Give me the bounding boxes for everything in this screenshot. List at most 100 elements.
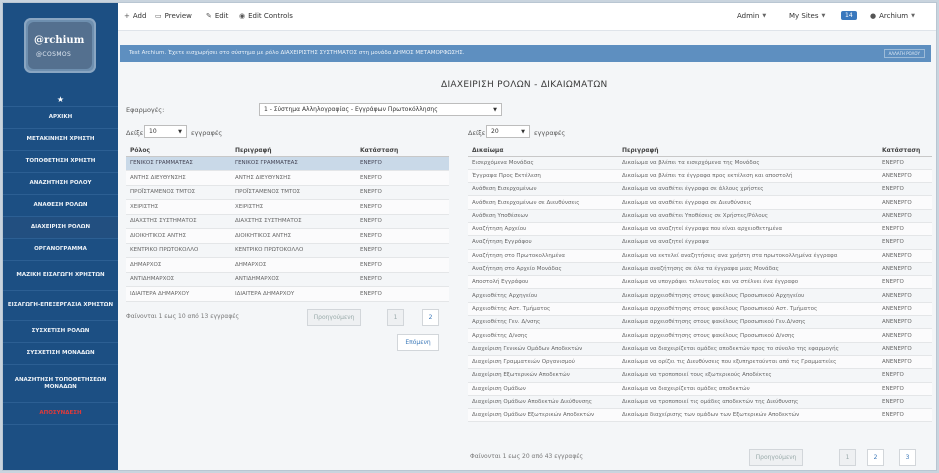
- roles-page-1[interactable]: 1: [387, 309, 404, 326]
- table-row[interactable]: Διαχείριση Ομάδων Αποδεκτών Διεύθυνσης Δι…: [468, 395, 932, 410]
- sidebar-item-move-user[interactable]: ΜΕΤΑΚΙΝΗΣΗ ΧΡΗΣΤΗ: [3, 129, 118, 151]
- archium-logo[interactable]: @rchium @COSMOS: [24, 18, 96, 73]
- column-header-description[interactable]: Περιγραφή: [618, 145, 878, 157]
- edit-controls-button[interactable]: ◉ Edit Controls: [239, 12, 293, 20]
- table-row[interactable]: Διαχείριση Ομάδων Δικαίωμα να διαχειρίζετ…: [468, 382, 932, 396]
- table-row[interactable]: Αναζήτηση στο Αρχείο Μονάδας Δικαίωμα ανα…: [468, 262, 932, 277]
- notifications-badge[interactable]: 14: [841, 11, 857, 20]
- table-row[interactable]: Ανάθεση Υποθέσεων Δικαίωμα να αναθέτει Υπ…: [468, 209, 932, 223]
- role-alert: Test Archium. Έχετε εισχωρήσει στο σύστη…: [120, 45, 931, 62]
- sidebar-item-unit-relations[interactable]: ΣΥΣΧΕΤΙΣΗ ΜΟΝΑΔΩΝ: [3, 343, 118, 365]
- user-menu[interactable]: ● Archium ▼: [870, 12, 915, 20]
- rights-page-2[interactable]: 2: [867, 449, 884, 466]
- application-select[interactable]: 1 - Σύστημα Αλληλογραφίας - Εγγράφων Πρω…: [259, 103, 502, 116]
- table-row[interactable]: ΙΔΙΑΙΤΕΡΑ ΔΗΜΑΡΧΟΥ ΙΔΙΑΙΤΕΡΑ ΔΗΜΑΡΧΟΥ ΕΝΕΡ…: [126, 286, 449, 302]
- sidebar-item-home[interactable]: ΑΡΧΙΚΗ: [3, 107, 118, 129]
- table-row[interactable]: ΔΙΑΧΣΤΗΣ ΣΥΣΤΗΜΑΤΟΣ ΔΙΑΧΣΤΗΣ ΣΥΣΤΗΜΑΤΟΣ ΕΝ…: [126, 214, 449, 229]
- table-row[interactable]: ΚΕΝΤΡΙΚΟ ΠΡΩΤΟΚΟΛΛΟ ΚΕΝΤΡΙΚΟ ΠΡΩΤΟΚΟΛΛΟ ΕΝ…: [126, 243, 449, 258]
- roles-page-2[interactable]: 2: [422, 309, 439, 326]
- table-cell: ΓΕΝΙΚΟΣ ΓΡΑΜΜΑΤΕΑΣ: [231, 156, 356, 171]
- preview-button[interactable]: ▭ Preview: [155, 12, 192, 20]
- edit-button[interactable]: ✎ Edit: [206, 12, 228, 20]
- table-row[interactable]: ΔΗΜΑΡΧΟΣ ΔΗΜΑΡΧΟΣ ΕΝΕΡΓΟ: [126, 257, 449, 273]
- table-row[interactable]: Εισερχόμενα Μονάδας Δικαίωμα να βλέπει τα…: [468, 156, 932, 170]
- table-cell: ΕΝΕΡΓΟ: [356, 214, 449, 229]
- table-row[interactable]: Έγγραφα Προς Εκτέλεση Δικαίωμα να βλέπει …: [468, 169, 932, 184]
- table-row[interactable]: Διαχείριση Γραμματειών Οργανισμού Δικαίωμ…: [468, 355, 932, 370]
- table-row[interactable]: Διαχείριση Γενικών Ομάδων Αποδεκτών Δικαί…: [468, 342, 932, 356]
- column-header-right[interactable]: Δικαίωμα: [468, 145, 618, 157]
- table-cell: ΕΝΕΡΓΟ: [356, 156, 449, 171]
- rights-page-size-select[interactable]: 20 ▼: [486, 125, 530, 138]
- table-row[interactable]: Αρχειοθέτης Αστ. Τμήματος Δικαίωμα αρχειο…: [468, 302, 932, 317]
- table-cell: ΔΙΑΧΣΤΗΣ ΣΥΣΤΗΜΑΤΟΣ: [231, 214, 356, 229]
- roles-page-size-select[interactable]: 10 ▼: [144, 125, 187, 138]
- change-role-button[interactable]: ΑΛΛΑΓΗ ΡΟΛΟΥ: [883, 49, 925, 58]
- column-header-status[interactable]: Κατάσταση: [356, 145, 449, 157]
- sidebar-item-role-relations[interactable]: ΣΥΣΧΕΤΙΣΗ ΡΟΛΩΝ: [3, 321, 118, 343]
- sidebar-item-assign-roles[interactable]: ΑΝΑΘΕΣΗ ΡΟΛΩΝ: [3, 195, 118, 217]
- table-row[interactable]: Διαχείριση Εξωτερικών Αποδεκτών Δικαίωμα …: [468, 368, 932, 383]
- sidebar-item-logout[interactable]: ΑΠΟΣΥΝΔΕΣΗ: [3, 403, 118, 425]
- table-row[interactable]: Αναζήτηση στο Πρωτοκολλημένα Δικαίωμα να …: [468, 249, 932, 263]
- table-row[interactable]: Διαχείριση Ομάδων Εξωτερικών Αποδεκτών Δι…: [468, 408, 932, 423]
- table-cell: ΕΝΕΡΓΟ: [878, 156, 932, 170]
- rights-prev-button[interactable]: Προηγούμενη: [749, 449, 803, 466]
- table-cell: ΑΝΕΝΕΡΓΟ: [878, 328, 932, 343]
- table-cell: Δικαίωμα να διαχειρίζεται ομάδες αποδεκτ…: [618, 342, 878, 356]
- sidebar-item-place-user[interactable]: ΤΟΠΟΘΕΤΗΣΗ ΧΡΗΣΤΗ: [3, 151, 118, 173]
- sidebar-item-manage-roles[interactable]: ΔΙΑΧΕΙΡΙΣΗ ΡΟΛΩΝ: [3, 217, 118, 239]
- table-cell: ΑΝΕΝΕΡΓΟ: [878, 195, 932, 210]
- table-cell: Δικαίωμα να αναθέτει έγγραφα σε άλλους χ…: [618, 182, 878, 197]
- edit-icon: ✎: [206, 12, 212, 20]
- table-row[interactable]: Αρχειοθέτης Αρχηγείου Δικαίωμα αρχειοθέτη…: [468, 288, 932, 303]
- table-row[interactable]: ΑΝΤΙΔΗΜΑΡΧΟΣ ΑΝΤΙΔΗΜΑΡΧΟΣ ΕΝΕΡΓΟ: [126, 272, 449, 287]
- table-cell: Διαχείριση Ομάδων Εξωτερικών Αποδεκτών: [468, 408, 618, 423]
- table-cell: Διαχείριση Γενικών Ομάδων Αποδεκτών: [468, 342, 618, 356]
- logo-sub-text: @COSMOS: [36, 51, 72, 58]
- table-cell: ΑΝΕΝΕΡΓΟ: [878, 209, 932, 223]
- table-cell: Εισερχόμενα Μονάδας: [468, 156, 618, 170]
- table-cell: ΕΝΕΡΓΟ: [878, 275, 932, 290]
- sidebar-item-bulk-import[interactable]: ΜΑΖΙΚΗ ΕΙΣΑΓΩΓΗ ΧΡΗΣΤΩΝ: [3, 261, 118, 291]
- rights-page-3[interactable]: 3: [899, 449, 916, 466]
- roles-page-size-value: 10: [149, 128, 157, 135]
- table-row[interactable]: Ανάθεση Εισερχομένων σε Διευθύνσεις Δικαί…: [468, 195, 932, 210]
- table-cell: ΕΝΕΡΓΟ: [878, 395, 932, 410]
- sidebar-item-search-role[interactable]: ΑΝΑΖΗΤΗΣΗ ΡΟΛΟΥ: [3, 173, 118, 195]
- sidebar-item-org-chart[interactable]: ΟΡΓΑΝΟΓΡΑΜΜΑ: [3, 239, 118, 261]
- sidebar-item-search-placements[interactable]: ΑΝΑΖΗΤΗΣΗ ΤΟΠΟΘΕΤΗΣΕΩΝ ΜΟΝΑΔΩΝ: [3, 365, 118, 403]
- roles-next-button[interactable]: Επόμενη: [397, 334, 439, 351]
- home-icon[interactable]: ★: [3, 93, 118, 107]
- table-cell: ΑΝΕΝΕΡΓΟ: [878, 249, 932, 263]
- my-sites-menu[interactable]: My Sites ▼: [789, 12, 825, 20]
- table-row[interactable]: Αποστολή Εγγράφου Δικαίωμα να υπογράφει τ…: [468, 275, 932, 290]
- table-cell: Αρχειοθέτης Δ/νσης: [468, 328, 618, 343]
- sidebar-item-edit-users[interactable]: ΕΙΣΑΓΩΓΗ-ΕΠΕΞΕΡΓΑΣΙΑ ΧΡΗΣΤΩΝ: [3, 291, 118, 321]
- table-row[interactable]: Αναζήτηση Εγγράφου Δικαίωμα να αναζητεί έ…: [468, 235, 932, 250]
- table-row[interactable]: Αρχειοθέτης Δ/νσης Δικαίωμα αρχειοθέτησης…: [468, 328, 932, 343]
- table-cell: ΓΕΝΙΚΟΣ ΓΡΑΜΜΑΤΕΑΣ: [126, 156, 231, 171]
- column-header-description[interactable]: Περιγραφή: [231, 145, 356, 157]
- table-row[interactable]: ΠΡΟΪΣΤΑΜΕΝΟΣ ΤΜΤΟΣ ΠΡΟΪΣΤΑΜΕΝΟΣ ΤΜΤΟΣ ΕΝΕΡ…: [126, 185, 449, 200]
- table-row[interactable]: Ανάθεση Εισερχομένων Δικαίωμα να αναθέτει…: [468, 182, 932, 197]
- roles-prev-button[interactable]: Προηγούμενη: [307, 309, 361, 326]
- table-cell: ΧΕΙΡΙΣΤΗΣ: [126, 199, 231, 215]
- add-button[interactable]: + Add: [124, 12, 146, 20]
- table-row[interactable]: ΑΝΤΗΣ ΔΙΕΥΘΥΝΣΗΣ ΑΝΤΗΣ ΔΙΕΥΘΥΝΣΗΣ ΕΝΕΡΓΟ: [126, 170, 449, 186]
- column-header-status[interactable]: Κατάσταση: [878, 145, 932, 157]
- rights-page-1[interactable]: 1: [839, 449, 856, 466]
- table-cell: ΔΗΜΑΡΧΟΣ: [126, 257, 231, 273]
- table-row[interactable]: Αναζήτηση Αρχείου Δικαίωμα να αναζητεί έγ…: [468, 222, 932, 237]
- table-row[interactable]: ΓΕΝΙΚΟΣ ΓΡΑΜΜΑΤΕΑΣ ΓΕΝΙΚΟΣ ΓΡΑΜΜΑΤΕΑΣ ΕΝΕΡ…: [126, 156, 449, 171]
- table-row[interactable]: Αρχειοθέτης Γεν. Δ/νσης Δικαίωμα αρχειοθέ…: [468, 315, 932, 330]
- table-cell: ΕΝΕΡΓΟ: [356, 257, 449, 273]
- table-row[interactable]: ΔΙΟΙΚΗΤΙΚΟΣ ΑΝΤΗΣ ΔΙΟΙΚΗΤΙΚΟΣ ΑΝΤΗΣ ΕΝΕΡΓΟ: [126, 228, 449, 244]
- add-label: Add: [132, 12, 147, 20]
- table-cell: ΕΝΕΡΓΟ: [356, 243, 449, 258]
- table-row[interactable]: ΧΕΙΡΙΣΤΗΣ ΧΕΙΡΙΣΤΗΣ ΕΝΕΡΓΟ: [126, 199, 449, 215]
- admin-menu[interactable]: Admin ▼: [737, 12, 766, 20]
- table-cell: ΑΝΕΝΕΡΓΟ: [878, 169, 932, 184]
- table-cell: ΕΝΕΡΓΟ: [878, 182, 932, 197]
- column-header-role[interactable]: Ρόλος: [126, 145, 231, 157]
